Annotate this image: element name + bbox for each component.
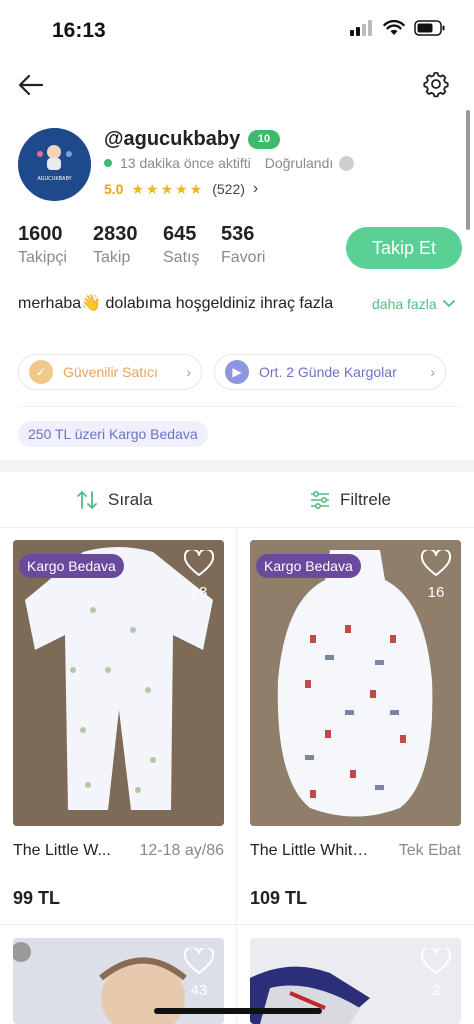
- trusted-seller-chip[interactable]: ✓ Güvenilir Satıcı ›: [18, 354, 202, 390]
- settings-button[interactable]: [422, 70, 450, 98]
- avatar-logo: AGUCUKBABY: [18, 128, 91, 201]
- rating-count: (522): [212, 181, 245, 197]
- sort-arrows-icon: [77, 491, 97, 509]
- rating-value: 5.0: [104, 181, 124, 197]
- star-rating-icon: ★★★★★: [131, 180, 205, 197]
- sort-button[interactable]: Sırala: [76, 490, 152, 510]
- wifi-icon: [383, 20, 405, 35]
- status-bar: 16:13: [0, 0, 474, 62]
- scroll-indicator: [466, 110, 470, 230]
- username: @agucukbaby: [104, 128, 241, 150]
- divider: [18, 406, 462, 407]
- status-time: 16:13: [52, 19, 106, 42]
- stat-favorites[interactable]: 536 Favori: [221, 223, 281, 267]
- follow-button[interactable]: Takip Et: [346, 227, 462, 269]
- stat-label: Satış: [163, 249, 200, 266]
- product-card[interactable]: Kargo Bedava 16 The Little White... Tek …: [250, 540, 461, 920]
- like-count: 43: [190, 982, 208, 999]
- shipping-speed-chip[interactable]: ▶ Ort. 2 Günde Kargolar ›: [214, 354, 446, 390]
- gear-icon: [423, 72, 449, 98]
- truck-icon: ▶: [225, 360, 249, 384]
- stat-value: 1600: [18, 223, 63, 245]
- stat-value: 2830: [93, 223, 138, 245]
- verified-status: Doğrulandı: [265, 155, 355, 171]
- verified-text: Doğrulandı: [264, 155, 334, 171]
- product-title: The Little W...: [13, 842, 111, 859]
- verified-icon: [339, 155, 355, 171]
- grid-divider: [0, 924, 474, 925]
- like-button[interactable]: 28: [182, 548, 216, 601]
- product-price: 99 TL: [13, 888, 61, 908]
- level-badge: 10: [248, 130, 280, 149]
- status-icons: [350, 20, 446, 36]
- free-shipping-threshold-tag: 250 TL üzeri Kargo Bedava: [18, 421, 208, 447]
- free-shipping-badge: Kargo Bedava: [19, 554, 124, 578]
- sort-filter-bar: Sırala Filtrele: [0, 472, 474, 528]
- avatar[interactable]: AGUCUKBABY: [18, 128, 91, 201]
- stat-label: Takipçi: [18, 249, 67, 266]
- online-dot-icon: [104, 159, 112, 167]
- last-active-text: 13 dakika önce aktifti: [120, 155, 251, 171]
- back-button[interactable]: [16, 71, 46, 99]
- product-price: 109 TL: [250, 888, 308, 908]
- heart-icon: [183, 946, 215, 974]
- stat-following[interactable]: 2830 Takip: [93, 223, 163, 267]
- rating-row[interactable]: 5.0 ★★★★★ (522) ›: [104, 180, 258, 198]
- trusted-seller-label: Güvenilir Satıcı: [63, 364, 158, 380]
- product-size: Tek Ebat: [398, 842, 461, 859]
- free-shipping-badge: Kargo Bedava: [256, 554, 361, 578]
- sort-label: Sırala: [108, 490, 153, 509]
- home-indicator[interactable]: [154, 1008, 322, 1014]
- chevron-right-icon: ›: [186, 364, 191, 380]
- like-button[interactable]: 16: [419, 548, 453, 601]
- filter-sliders-icon: [311, 490, 329, 510]
- product-title: The Little White...: [250, 842, 370, 859]
- like-button[interactable]: 43: [182, 946, 216, 999]
- battery-icon: [414, 20, 445, 36]
- bio-more-link[interactable]: daha fazla: [372, 296, 455, 312]
- like-count: 2: [431, 982, 441, 999]
- chevron-down-icon: [442, 300, 455, 308]
- filter-button[interactable]: Filtrele: [310, 490, 391, 510]
- stat-sales[interactable]: 645 Satış: [163, 223, 221, 267]
- chevron-right-icon: ›: [430, 364, 435, 380]
- arrow-left-icon: [18, 74, 44, 96]
- nav-bar: [0, 62, 474, 108]
- shipping-speed-label: Ort. 2 Günde Kargolar: [259, 364, 397, 380]
- filter-label: Filtrele: [340, 490, 392, 509]
- stat-label: Takip: [93, 249, 131, 266]
- stat-value: 536: [221, 223, 255, 245]
- heart-icon: [183, 548, 215, 576]
- heart-icon: [420, 548, 452, 576]
- like-button[interactable]: 2: [419, 946, 453, 999]
- profile-stats: 1600 Takipçi 2830 Takip 645 Satış 536 Fa…: [18, 223, 281, 267]
- stat-label: Favori: [221, 249, 266, 266]
- more-link-label: daha fazla: [372, 296, 437, 312]
- like-count: 16: [427, 584, 445, 601]
- product-card[interactable]: Kargo Bedava 28 The Little W... 12-18 ay…: [13, 540, 224, 920]
- trusted-badge-icon: ✓: [29, 360, 53, 384]
- grid-divider: [236, 528, 237, 1024]
- avatar-brand-text: AGUCUKBABY: [37, 176, 72, 182]
- signal-icon: [350, 20, 372, 36]
- chevron-right-icon: ›: [252, 180, 259, 197]
- product-size: 12-18 ay/86: [139, 842, 224, 859]
- like-count: 28: [190, 584, 208, 601]
- stat-followers[interactable]: 1600 Takipçi: [18, 223, 93, 267]
- activity-row: 13 dakika önce aktifti Doğrulandı: [104, 155, 355, 171]
- section-separator: [0, 460, 474, 472]
- bio-text: merhaba👋 dolabıma hoşgeldiniz ihraç fazl…: [18, 295, 334, 312]
- stat-value: 645: [163, 223, 197, 245]
- heart-icon: [420, 946, 452, 974]
